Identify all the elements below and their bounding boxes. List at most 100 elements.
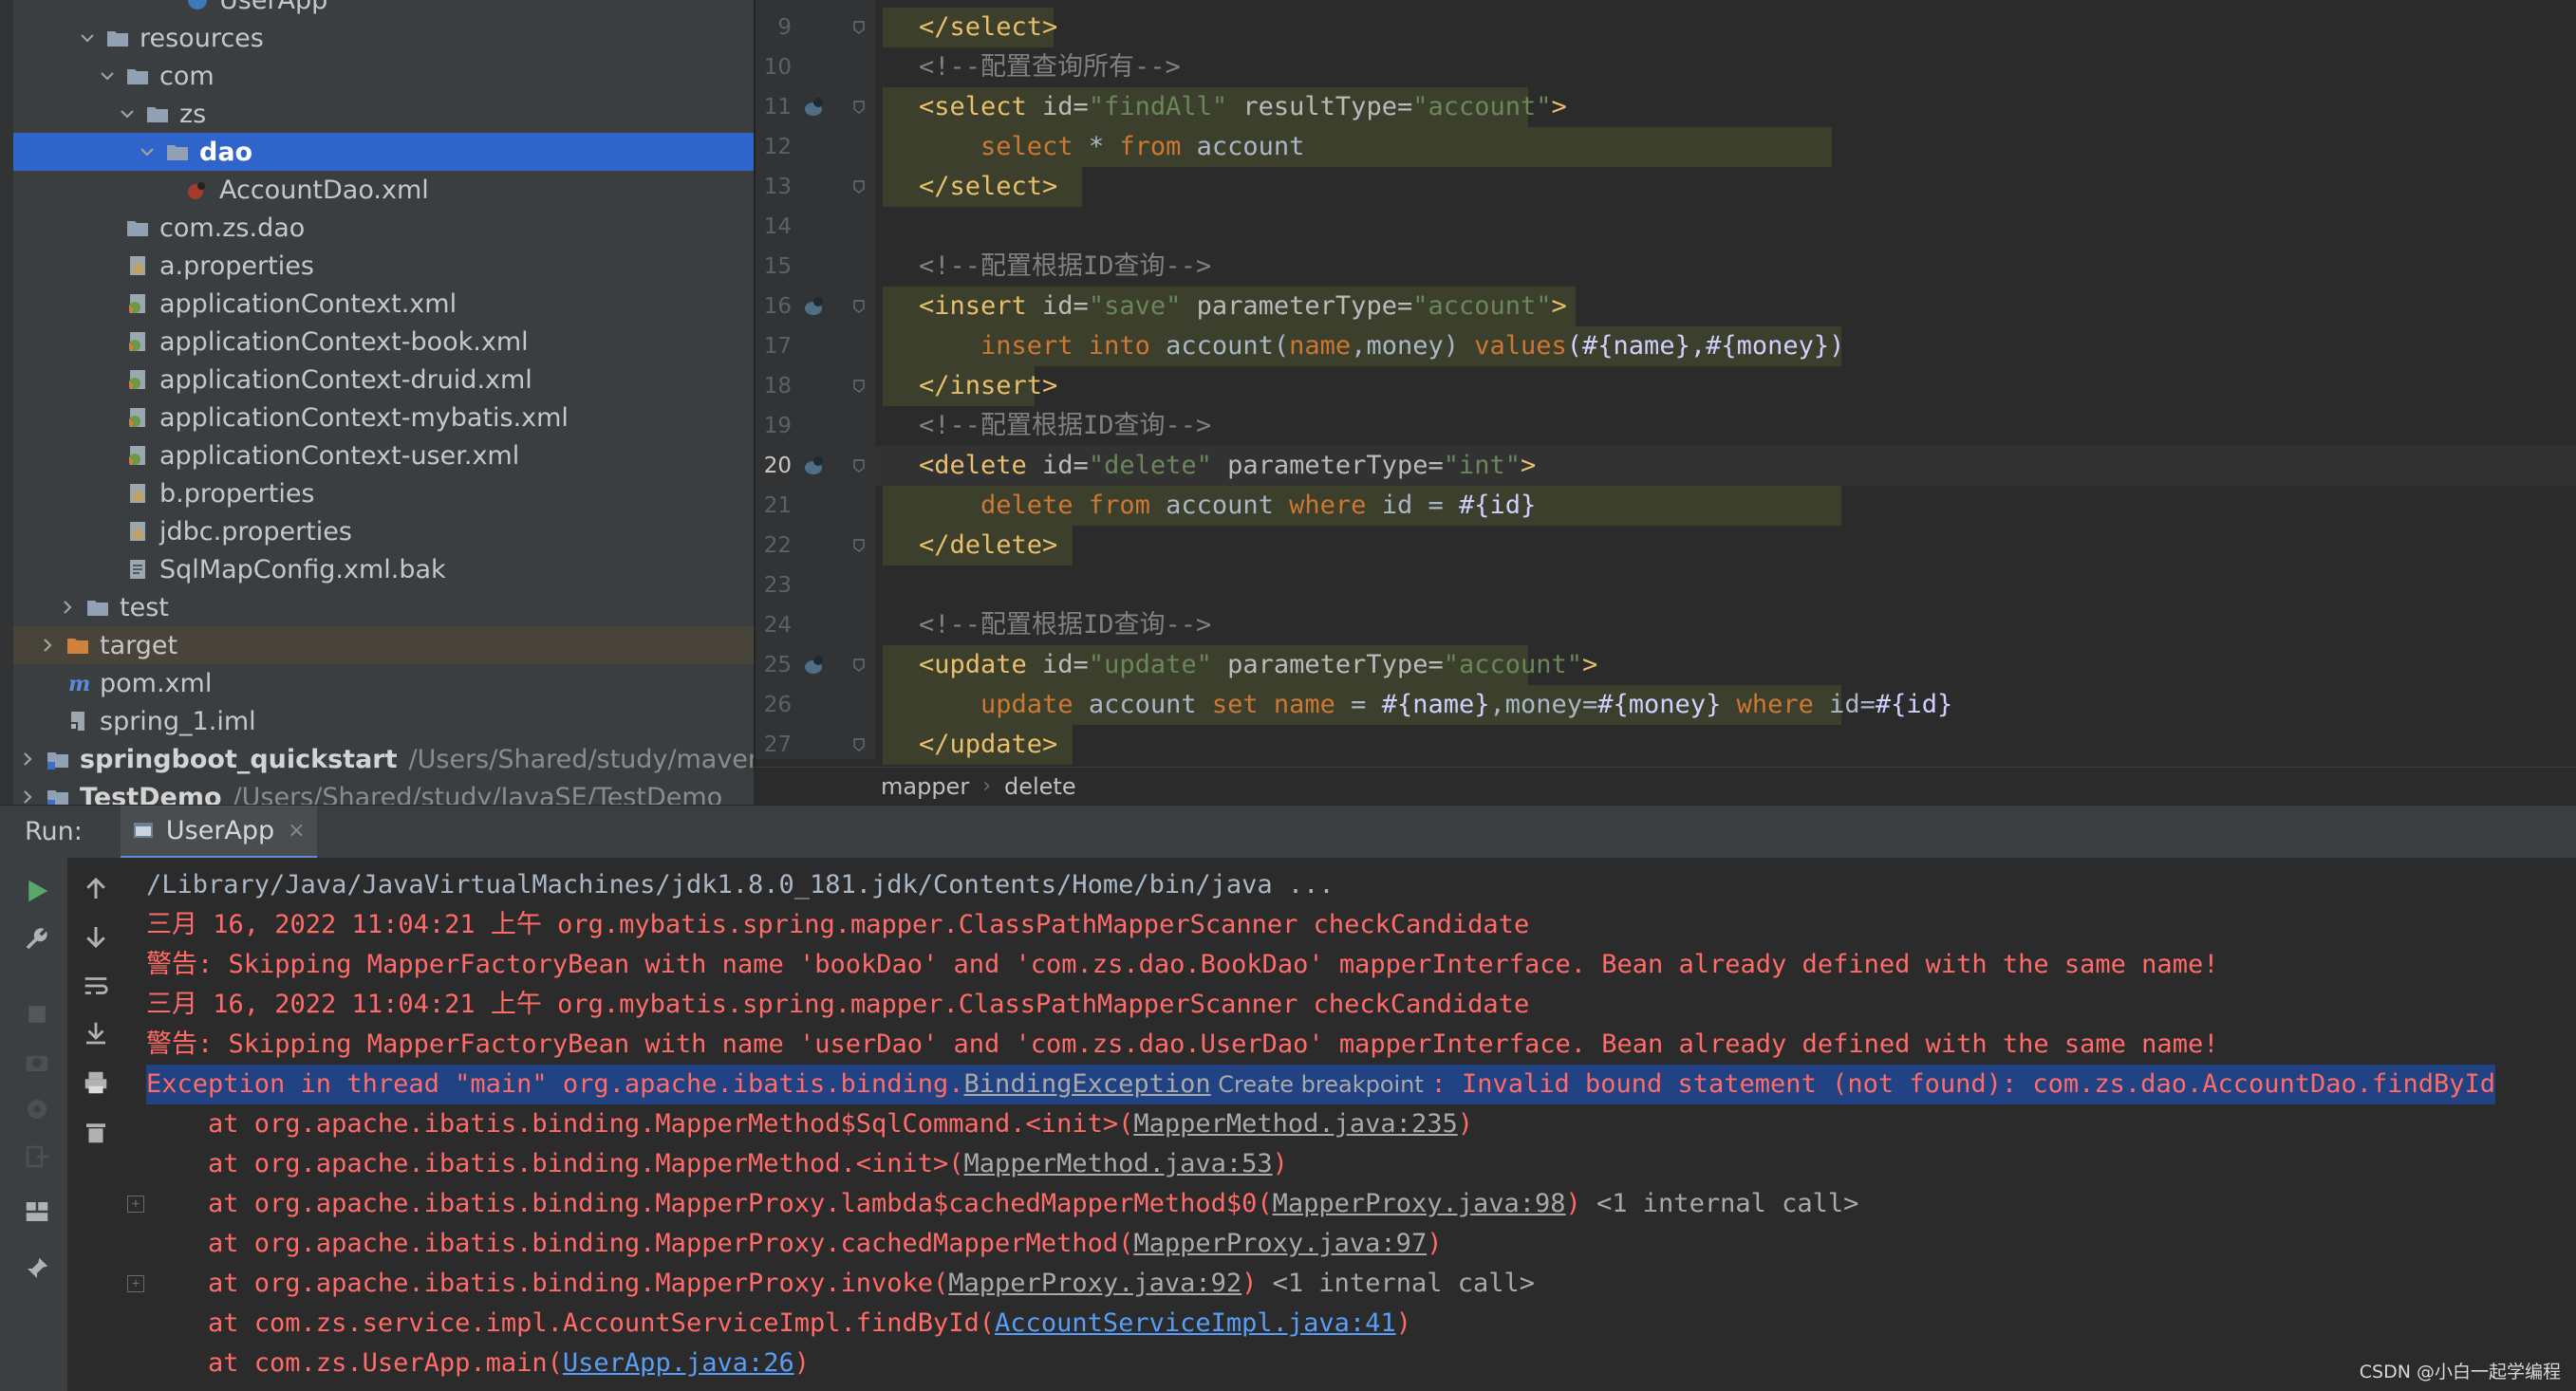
tree-item-testdemo[interactable]: TestDemo/Users/Shared/study/JavaSE/TestD… <box>13 778 754 805</box>
fold-marker-icon[interactable] <box>851 458 867 473</box>
console-text[interactable]: <1 internal call> <box>1596 1189 1858 1218</box>
code-line[interactable]: <!--配置查询所有--> <box>875 47 2576 87</box>
breadcrumb-item-delete[interactable]: delete <box>1004 773 1076 800</box>
arrow-down-icon[interactable] <box>82 922 110 951</box>
soft-wrap-icon[interactable] <box>82 972 110 1000</box>
close-tab-icon[interactable]: × <box>288 819 305 843</box>
tree-item-target[interactable]: target <box>13 626 754 664</box>
tree-item-jdbc-properties[interactable]: jdbc.properties <box>13 512 754 550</box>
code-line[interactable] <box>875 566 2576 605</box>
code-line[interactable]: select * from account <box>875 127 2576 167</box>
tree-item-sqlmapconfig-xml-bak[interactable]: SqlMapConfig.xml.bak <box>13 550 754 588</box>
tree-item-applicationcontext-druid-xml[interactable]: applicationContext-druid.xml <box>13 361 754 399</box>
fold-marker-icon[interactable] <box>851 658 867 673</box>
fold-marker-icon[interactable] <box>851 538 867 553</box>
line-number[interactable]: 15 <box>754 247 792 287</box>
chevron-right-icon[interactable] <box>18 788 37 805</box>
stacktrace-link[interactable]: AccountServiceImpl.java:41 <box>995 1308 1396 1338</box>
code-line[interactable] <box>875 207 2576 247</box>
tree-item-spring-1-iml[interactable]: spring_1.iml <box>13 702 754 740</box>
code-line[interactable]: <!--配置根据ID查询--> <box>875 247 2576 287</box>
fold-marker-icon[interactable] <box>851 299 867 314</box>
line-number[interactable]: 12 <box>754 127 792 167</box>
code-line[interactable]: </select> <box>875 8 2576 47</box>
rerun-icon[interactable] <box>23 877 51 905</box>
line-number[interactable]: 21 <box>754 486 792 526</box>
editor-gutter[interactable]: 9 10 11 12 13 14 15 16 17 18 19 20 21 22 23 24 25 26 27 <box>754 0 907 759</box>
chevron-right-icon[interactable] <box>38 636 57 655</box>
fold-marker-icon[interactable] <box>851 379 867 394</box>
tree-toggle[interactable] <box>77 28 98 48</box>
print-icon[interactable] <box>82 1068 110 1097</box>
chevron-right-icon[interactable] <box>58 598 77 617</box>
code-line[interactable]: <!--配置根据ID查询--> <box>875 605 2576 645</box>
code-line[interactable]: delete from account where id = #{id} <box>875 486 2576 526</box>
code-line[interactable]: </update> <box>875 725 2576 765</box>
code-editor[interactable]: 9 10 11 12 13 14 15 16 17 18 19 20 21 22 23 24 25 26 27 </… <box>754 0 2576 805</box>
line-number[interactable]: 27 <box>754 725 792 765</box>
line-number[interactable]: 16 <box>754 287 792 326</box>
tree-item-com[interactable]: com <box>13 57 754 95</box>
tree-item-zs[interactable]: zs <box>13 95 754 133</box>
line-number[interactable]: 20 <box>754 446 792 486</box>
camera-icon[interactable] <box>23 1048 51 1076</box>
stacktrace-link[interactable]: MapperMethod.java:53 <box>964 1149 1273 1178</box>
line-number[interactable]: 19 <box>754 406 792 446</box>
line-number[interactable]: 24 <box>754 605 792 645</box>
expand-fold-icon[interactable]: + <box>127 1275 144 1292</box>
line-number[interactable]: 22 <box>754 526 792 566</box>
line-number[interactable]: 23 <box>754 566 792 605</box>
tree-toggle[interactable] <box>97 65 118 86</box>
tree-item-applicationcontext-mybatis-xml[interactable]: applicationContext-mybatis.xml <box>13 399 754 436</box>
tree-toggle[interactable] <box>57 597 78 618</box>
code-line[interactable]: <!--配置根据ID查询--> <box>875 406 2576 446</box>
line-number[interactable]: 26 <box>754 685 792 725</box>
tree-item-pom-xml[interactable]: m pom.xml <box>13 664 754 702</box>
code-line[interactable]: insert into account(name,money) values(#… <box>875 326 2576 366</box>
tree-item-accountdao-xml[interactable]: AccountDao.xml <box>13 171 754 209</box>
expand-fold-icon[interactable]: + <box>127 1196 144 1213</box>
tree-item-dao[interactable]: dao <box>13 133 754 171</box>
stacktrace-link[interactable]: BindingException <box>964 1069 1211 1099</box>
fold-marker-icon[interactable] <box>851 20 867 35</box>
chevron-down-icon[interactable] <box>78 28 97 47</box>
tree-toggle[interactable] <box>117 103 138 124</box>
tree-item-applicationcontext-user-xml[interactable]: applicationContext-user.xml <box>13 436 754 474</box>
code-line[interactable]: <delete id="delete" parameterType="int"> <box>875 446 2576 486</box>
tab-userapp[interactable]: UserApp × <box>120 805 317 859</box>
breadcrumb-item-mapper[interactable]: mapper <box>881 773 969 800</box>
tree-toggle[interactable] <box>37 635 58 656</box>
tree-toggle[interactable] <box>17 787 38 805</box>
line-number[interactable]: 13 <box>754 167 792 207</box>
fold-marker-icon[interactable] <box>851 100 867 115</box>
console-output[interactable]: /Library/Java/JavaVirtualMachines/jdk1.8… <box>125 858 2576 1391</box>
code-line[interactable]: <select id="findAll" resultType="account… <box>875 87 2576 127</box>
code-line[interactable]: update account set name = #{name},money=… <box>875 685 2576 725</box>
tree-toggle[interactable] <box>137 141 158 162</box>
line-number[interactable]: 9 <box>754 8 792 47</box>
stacktrace-link[interactable]: UserApp.java:26 <box>563 1348 794 1378</box>
tree-item-applicationcontext-book-xml[interactable]: applicationContext-book.xml <box>13 323 754 361</box>
tree-item-com-zs-dao[interactable]: com.zs.dao <box>13 209 754 247</box>
pin-icon[interactable] <box>23 1254 51 1283</box>
tree-item-test[interactable]: test <box>13 588 754 626</box>
layout-icon[interactable] <box>23 1197 51 1226</box>
create-breakpoint-link[interactable]: Create breakpoint <box>1211 1071 1431 1098</box>
tree-item-applicationcontext-xml[interactable]: applicationContext.xml <box>13 285 754 323</box>
tree-item-b-properties[interactable]: b.properties <box>13 474 754 512</box>
arrow-up-icon[interactable] <box>82 875 110 903</box>
wrench-icon[interactable] <box>23 924 51 953</box>
chevron-down-icon[interactable] <box>118 104 137 123</box>
mybatis-navigate-icon[interactable] <box>801 453 828 479</box>
stacktrace-link[interactable]: MapperProxy.java:98 <box>1273 1189 1566 1218</box>
chevron-down-icon[interactable] <box>138 142 157 161</box>
line-number[interactable]: 14 <box>754 207 792 247</box>
scroll-to-end-icon[interactable] <box>82 1019 110 1048</box>
tree-item-a-properties[interactable]: a.properties <box>13 247 754 285</box>
code-line[interactable]: </insert> <box>875 366 2576 406</box>
line-number[interactable]: 25 <box>754 645 792 685</box>
line-number[interactable]: 17 <box>754 326 792 366</box>
stop-icon[interactable] <box>23 1000 51 1029</box>
mybatis-navigate-icon[interactable] <box>801 293 828 320</box>
fold-marker-icon[interactable] <box>851 737 867 752</box>
